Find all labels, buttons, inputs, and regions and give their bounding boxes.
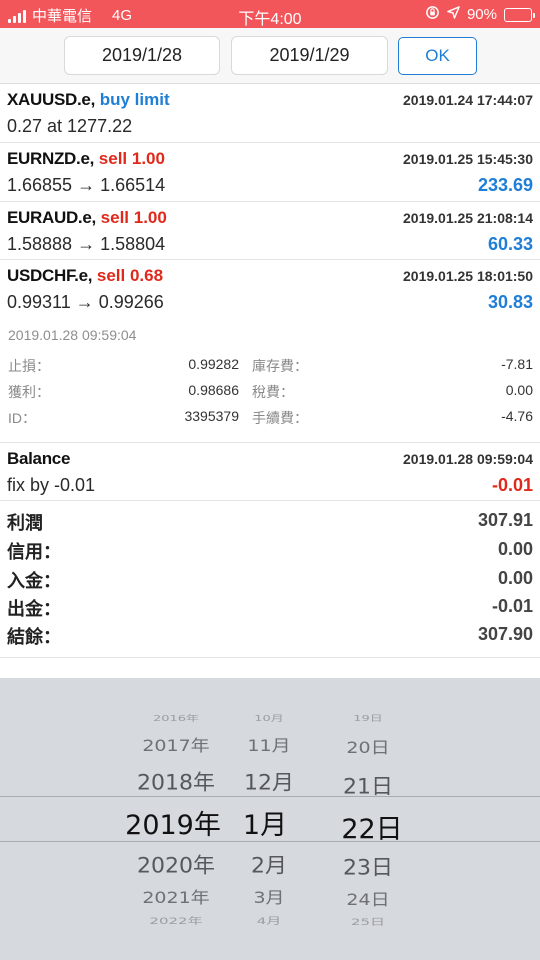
order-symbol: EURNZD.e, [7, 149, 95, 168]
picker-month-option[interactable]: 4月 [232, 914, 306, 927]
tax-label: 稅費： [252, 384, 294, 400]
order-time: 2019.01.24 17:44:07 [403, 92, 533, 108]
picker-year-option[interactable]: 2022年 [118, 914, 234, 927]
commission-label: 手續費： [252, 410, 308, 426]
balance-time: 2019.01.28 09:59:04 [403, 451, 533, 467]
order-time: 2019.01.25 15:45:30 [403, 151, 533, 167]
picker-year-option[interactable]: 2021年 [118, 885, 234, 908]
stop-loss-label: 止損： [8, 358, 50, 374]
order-row-xauusd[interactable]: XAUUSD.e, buy limit 2019.01.24 17:44:07 … [0, 84, 540, 143]
battery-icon [504, 7, 535, 22]
order-close-time: 2019.01.28 09:59:04 [8, 327, 137, 343]
summary-label: 信用： [7, 542, 61, 562]
balance-title-wrap: Balance [7, 449, 70, 469]
date-picker[interactable]: 2016年 2017年 2018年 2019年 2020年 2021年 2022… [0, 678, 540, 960]
swap-value: -7.81 [501, 356, 533, 372]
summary-label: 結餘： [7, 627, 61, 647]
date-range-bar: 2019/1/28 2019/1/29 OK [0, 28, 540, 84]
picker-day-option[interactable]: 24日 [330, 887, 406, 910]
order-detail: 0.27 at 1277.22 [7, 116, 133, 136]
order-symbol: EURAUD.e, [7, 208, 96, 227]
picker-year-option[interactable]: 2016年 [118, 712, 234, 723]
order-symbol: XAUUSD.e, [7, 90, 95, 109]
order-profit: 30.83 [487, 292, 533, 312]
balance-row[interactable]: Balance 2019.01.28 09:59:04 fix by -0.01… [0, 443, 540, 501]
order-detail: 1.66855 → 1.66514 [7, 175, 166, 195]
order-title: EURAUD.e, sell 1.00 [7, 208, 167, 228]
order-profit: 60.33 [487, 234, 533, 254]
picker-year-selected[interactable]: 2019年 [118, 803, 228, 842]
take-profit-value: 0.98686 [188, 382, 239, 398]
summary-value: 0.00 [497, 568, 533, 588]
status-right: 90% [425, 5, 535, 24]
order-title: XAUUSD.e, buy limit [7, 90, 170, 110]
summary-balance: 結餘： 307.90 [0, 621, 540, 658]
order-row-euraud[interactable]: EURAUD.e, sell 1.00 2019.01.25 21:08:14 … [0, 202, 540, 260]
id-label: ID： [8, 410, 36, 426]
order-profit: 233.69 [477, 175, 533, 195]
picker-month-option[interactable]: 10月 [232, 712, 306, 723]
status-bar: 中華電信 4G 下午4:00 90% [0, 0, 540, 28]
picker-month-option[interactable]: 2月 [232, 849, 306, 879]
picker-month-selected[interactable]: 1月 [232, 803, 298, 842]
summary-credit: 信用： 0.00 [0, 536, 540, 565]
picker-year-option[interactable]: 2018年 [118, 766, 234, 796]
picker-day-option[interactable]: 21日 [330, 770, 406, 800]
tax-value: 0.00 [505, 382, 533, 398]
order-symbol: USDCHF.e, [7, 266, 93, 285]
summary-label: 入金： [7, 571, 61, 591]
order-title: USDCHF.e, sell 0.68 [7, 266, 163, 286]
order-title: EURNZD.e, sell 1.00 [7, 149, 165, 169]
battery-percent: 90% [466, 6, 497, 23]
balance-value: -0.01 [491, 475, 533, 495]
summary-profit: 利潤 307.91 [0, 507, 540, 536]
picker-day-option[interactable]: 19日 [330, 712, 406, 723]
take-profit-label: 獲利： [8, 384, 50, 400]
summary-label: 出金： [7, 599, 61, 619]
order-action: sell 1.00 [98, 149, 165, 168]
picker-year-option[interactable]: 2017年 [118, 733, 234, 756]
order-time: 2019.01.25 18:01:50 [403, 268, 533, 284]
summary-value: 307.91 [477, 510, 533, 530]
location-icon [447, 6, 460, 23]
order-detail: 1.58888 → 1.58804 [7, 234, 166, 254]
order-time: 2019.01.25 21:08:14 [403, 210, 533, 226]
picker-day-option[interactable]: 20日 [330, 735, 406, 758]
summary-value: -0.01 [491, 596, 533, 616]
swap-label: 庫存費： [252, 358, 308, 374]
balance-detail: fix by -0.01 [7, 475, 96, 495]
picker-year-option[interactable]: 2020年 [118, 849, 234, 879]
order-row-eurnzd[interactable]: EURNZD.e, sell 1.00 2019.01.25 15:45:30 … [0, 143, 540, 202]
order-action: sell 1.00 [100, 208, 167, 227]
picker-month-option[interactable]: 11月 [232, 733, 306, 756]
balance-title: Balance [7, 449, 71, 468]
commission-value: -4.76 [501, 408, 533, 424]
picker-month-option[interactable]: 12月 [232, 766, 306, 796]
order-action: sell 0.68 [96, 266, 164, 285]
rotation-lock-icon [425, 5, 440, 24]
picker-month-option[interactable]: 3月 [232, 885, 306, 908]
summary-label: 利潤 [7, 513, 43, 533]
id-value: 3395379 [184, 408, 239, 424]
order-action: buy limit [99, 90, 170, 109]
summary-value: 307.90 [477, 624, 533, 644]
to-date-field[interactable]: 2019/1/29 [231, 36, 388, 75]
picker-day-selected[interactable]: 22日 [330, 807, 414, 846]
summary-withdrawal: 出金： -0.01 [0, 593, 540, 622]
picker-day-option[interactable]: 23日 [330, 851, 406, 881]
order-detail: 0.99311 → 0.99266 [7, 292, 164, 312]
picker-day-option[interactable]: 25日 [330, 915, 406, 928]
ok-button[interactable]: OK [398, 37, 477, 75]
from-date-field[interactable]: 2019/1/28 [64, 36, 220, 75]
summary-value: 0.00 [497, 539, 533, 559]
stop-loss-value: 0.99282 [188, 356, 239, 372]
summary-deposit: 入金： 0.00 [0, 565, 540, 594]
